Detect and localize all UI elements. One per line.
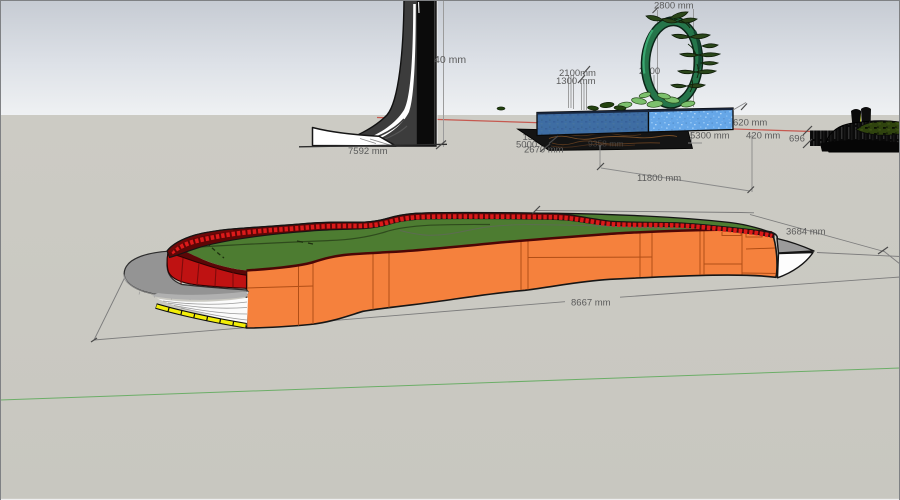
svg-text:7592 mm: 7592 mm [348, 146, 388, 157]
svg-text:2800 mm: 2800 mm [654, 1, 694, 12]
svg-text:9358 mm: 9358 mm [588, 139, 623, 149]
svg-text:620 mm: 620 mm [733, 118, 767, 129]
svg-text:11800 mm: 11800 mm [637, 173, 681, 184]
svg-text:2670 mm: 2670 mm [524, 145, 564, 156]
svg-text:40 mm: 40 mm [434, 54, 466, 66]
svg-text:420 mm: 420 mm [746, 131, 780, 142]
svg-text:3684 mm: 3684 mm [786, 227, 826, 238]
svg-text:5300 mm: 5300 mm [690, 131, 730, 142]
svg-text:1300 mm: 1300 mm [556, 76, 596, 87]
svg-text:696: 696 [789, 134, 805, 145]
svg-text:8667 mm: 8667 mm [571, 298, 611, 309]
